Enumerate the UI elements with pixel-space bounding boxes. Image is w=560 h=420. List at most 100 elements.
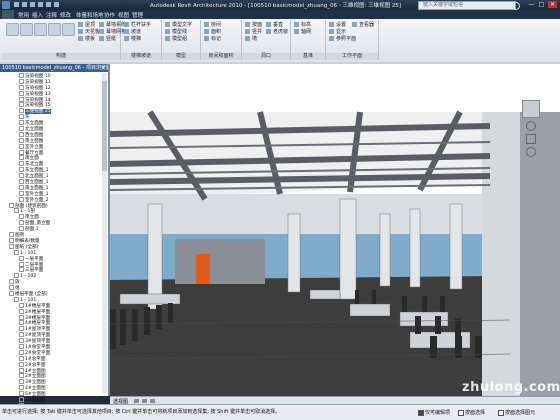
- ribbon-shaft-button[interactable]: 竖井: [245, 29, 262, 35]
- view-icon: [19, 391, 24, 397]
- tree-item-label: 剖面 1: [25, 227, 39, 233]
- search-input[interactable]: 键入关键字或短语: [418, 1, 516, 10]
- view-icon: [19, 184, 24, 190]
- tab-modify[interactable]: 修改: [60, 11, 71, 19]
- ribbon-vertical-button[interactable]: 垂直: [266, 22, 283, 28]
- window-icon[interactable]: [34, 23, 47, 36]
- view-icon: [19, 308, 24, 314]
- measure-icon[interactable]: [46, 2, 51, 7]
- shadows-icon[interactable]: [142, 399, 147, 403]
- tab-insert[interactable]: 插入: [32, 11, 43, 19]
- zoom-icon[interactable]: [526, 147, 536, 157]
- expand-toggle-icon[interactable]: [14, 208, 19, 214]
- 3d-perspective-view[interactable]: [110, 64, 560, 396]
- expand-toggle-icon[interactable]: [9, 279, 14, 285]
- project-browser-scrollbar[interactable]: [102, 73, 107, 393]
- status-message: 单击可进行选择; 按 Tab 键并单击可选择其他项目; 按 Ctrl 键并单击可…: [2, 409, 281, 415]
- expand-toggle-icon[interactable]: [9, 290, 14, 296]
- tab-home[interactable]: 常用: [18, 11, 29, 19]
- status-bar: 单击可进行选择; 按 Tab 键并单击可选择其他项目; 按 Ctrl 键并单击可…: [0, 404, 560, 420]
- drawing-area[interactable]: [110, 64, 560, 396]
- close-icon[interactable]: ✕: [100, 65, 106, 71]
- expand-toggle-icon[interactable]: [14, 273, 19, 279]
- ribbon-wall-opening-button[interactable]: 墙: [245, 36, 257, 42]
- ribbon-ref-plane-button[interactable]: 参照平面: [329, 36, 356, 42]
- tab-manage[interactable]: 管理: [132, 11, 143, 19]
- editable-only-checkbox[interactable]: 仅可编辑项: [418, 409, 450, 416]
- crop-icon[interactable]: [150, 399, 155, 403]
- expand-toggle-icon[interactable]: [9, 202, 14, 208]
- view-icon: [19, 314, 24, 320]
- ribbon-tag-button[interactable]: 标记: [204, 36, 221, 42]
- redo-icon[interactable]: [38, 2, 43, 7]
- core-wall: [175, 239, 265, 284]
- ribbon-stair-button[interactable]: 楼梯: [124, 36, 141, 42]
- view-icon: [19, 173, 24, 179]
- visual-style-icon[interactable]: [134, 399, 139, 403]
- select-face-elements-checkbox[interactable]: 按面选择图元: [498, 409, 535, 416]
- app-logo-icon[interactable]: [2, 1, 10, 9]
- maximize-button[interactable]: □: [537, 1, 546, 8]
- view-icon: [19, 96, 24, 102]
- view-icon: [19, 149, 24, 155]
- ribbon-ramp-button[interactable]: 坡道: [124, 29, 141, 35]
- ribbon-mullion-button[interactable]: 竖梃: [99, 36, 116, 42]
- quick-access-toolbar[interactable]: [14, 2, 84, 8]
- ribbon-by-face-button[interactable]: 按面: [245, 22, 262, 28]
- search-icon[interactable]: [512, 2, 520, 10]
- 3d-view-icon[interactable]: [54, 2, 59, 7]
- expand-toggle-icon[interactable]: [9, 285, 14, 291]
- ribbon-dormer-button[interactable]: 老虎窗: [266, 29, 288, 35]
- pan-icon[interactable]: [526, 134, 536, 144]
- view-icon: [19, 131, 24, 137]
- expand-toggle-icon[interactable]: [14, 249, 19, 255]
- tab-massing-site[interactable]: 体量和场地: [76, 11, 104, 19]
- minimize-button[interactable]: —: [527, 1, 536, 8]
- column-icon[interactable]: [62, 23, 75, 36]
- wall-icon[interactable]: [6, 23, 19, 36]
- tab-collaborate[interactable]: 协作: [104, 11, 115, 19]
- steering-wheel-icon[interactable]: [526, 121, 536, 131]
- view-cube-icon[interactable]: [522, 100, 540, 118]
- watermark: zhulong.com: [462, 380, 560, 395]
- view-icon: [19, 84, 24, 90]
- scrollbar-thumb[interactable]: [102, 81, 107, 171]
- component-icon[interactable]: [48, 23, 61, 36]
- view-icon: [19, 255, 24, 261]
- tab-annotate[interactable]: 注释: [46, 11, 57, 19]
- ribbon-model-line-button[interactable]: 模型线: [165, 29, 187, 35]
- ribbon-roof-button[interactable]: 屋顶: [78, 22, 95, 28]
- ribbon-set-button[interactable]: 设置: [329, 22, 346, 28]
- expand-toggle-icon[interactable]: [9, 232, 14, 238]
- save-icon[interactable]: [22, 2, 27, 7]
- navigation-bar[interactable]: [516, 100, 546, 160]
- view-icon: [19, 302, 24, 308]
- view-icon: [19, 332, 24, 338]
- ribbon-model-text-button[interactable]: 模型文字: [165, 22, 192, 28]
- tree-item-label: 室外立面_2: [25, 197, 49, 203]
- ribbon-show-button[interactable]: 显示: [329, 29, 346, 35]
- ribbon-model-group-button[interactable]: 模型组: [165, 36, 187, 42]
- close-button[interactable]: ✕: [548, 1, 557, 8]
- view-icon: [19, 78, 24, 84]
- application-menu-button[interactable]: [2, 10, 14, 19]
- undo-icon[interactable]: [30, 2, 35, 7]
- select-by-face-checkbox[interactable]: 按面选择: [458, 409, 485, 416]
- tab-view[interactable]: 视图: [118, 11, 129, 19]
- door-icon[interactable]: [20, 23, 33, 36]
- ribbon-group-label: 楼梯坡道: [121, 53, 161, 60]
- expand-toggle-icon[interactable]: [9, 237, 14, 243]
- ribbon-level-button[interactable]: 标高: [294, 22, 311, 28]
- tree-item-label: 1 - 102: [20, 274, 37, 280]
- expand-toggle-icon[interactable]: [9, 243, 14, 249]
- ribbon-room-button[interactable]: 房间: [204, 22, 221, 28]
- view-icon: [19, 373, 24, 379]
- ribbon-grid-button[interactable]: 轴网: [294, 29, 311, 35]
- open-icon[interactable]: [14, 2, 19, 7]
- expand-toggle-icon[interactable]: [14, 296, 19, 302]
- ribbon-viewer-button[interactable]: 查看器: [352, 22, 374, 28]
- ribbon-floor-button[interactable]: 楼板: [78, 36, 95, 42]
- ribbon-railing-button[interactable]: 栏杆扶手: [124, 22, 151, 28]
- ribbon-ceiling-button[interactable]: 天花板: [78, 29, 100, 35]
- ribbon-area-button[interactable]: 面积: [204, 29, 221, 35]
